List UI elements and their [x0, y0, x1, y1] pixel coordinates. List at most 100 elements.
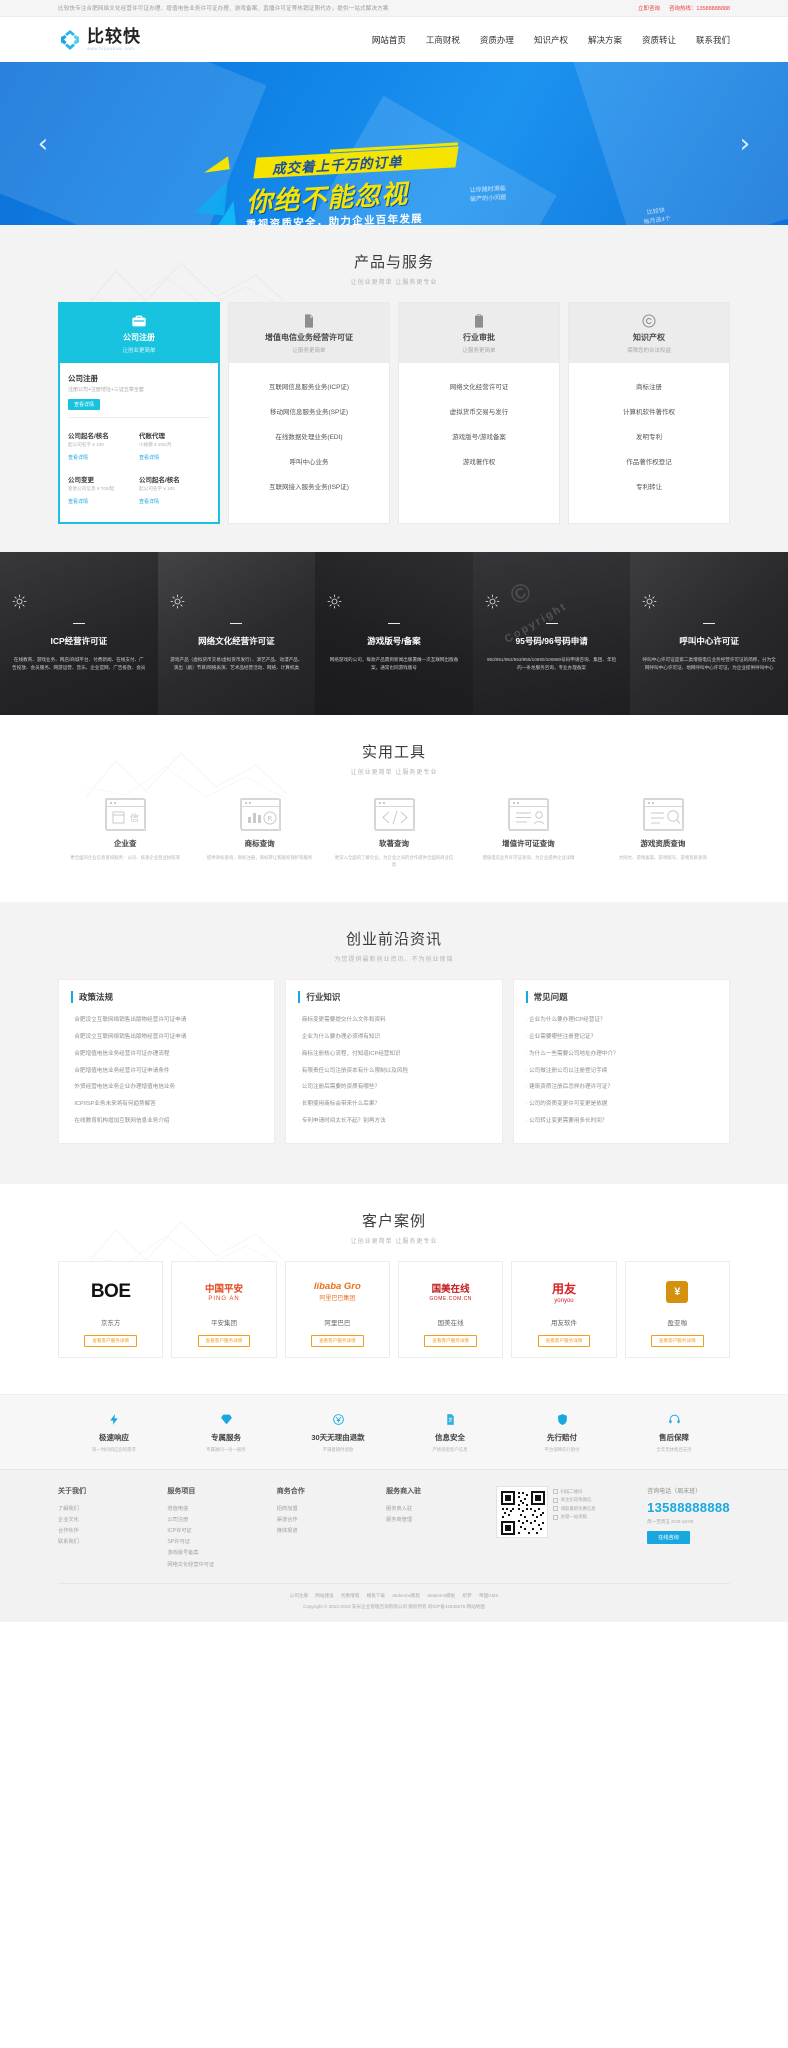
case-item-yingya[interactable]: ¥ 盈亚咖 查看客户服务详情	[624, 1260, 730, 1358]
list-item[interactable]: 联系我们	[58, 1537, 116, 1548]
list-item[interactable]: 合肥设立互联网络销售出版物经营许可证申请	[71, 1012, 262, 1029]
list-item[interactable]: 游戏版号/游戏备案	[408, 423, 550, 448]
product-card-industry-approval[interactable]: 行业审批 让服务更简单 网络文化经营许可证 虚拟货币交易与发行 游戏版号/游戏备…	[398, 302, 560, 524]
sub-item-link[interactable]: 查看详情	[68, 455, 88, 461]
list-item[interactable]: 专利转让	[578, 473, 720, 498]
list-item[interactable]: 有限责任公司注册资本有什么限制以及风险	[298, 1062, 489, 1079]
bottom-link-4[interactable]: dedecms教程	[392, 1593, 420, 1598]
product-card-intellectual-property[interactable]: 知识产权 保障您的合法权益 商标注册 计算机软件著作权 发明专利 作品著作权登记…	[568, 302, 730, 524]
list-item[interactable]: 公司注册后需要的资质有哪些？	[298, 1079, 489, 1096]
list-item[interactable]: 公司转让变更需要用多长时间？	[526, 1113, 717, 1130]
list-item[interactable]: 增值电信	[167, 1504, 225, 1515]
case-item-yonyou[interactable]: 用友 yonyou 用友软件 查看客户服务详情	[511, 1260, 617, 1358]
gallery-item-game[interactable]: 游戏版号/备案 网络游戏的公司，每款产品需到新闻出版署做一次互联网出版备案，通常…	[315, 551, 473, 715]
bottom-link-5[interactable]: dedecms模板	[427, 1593, 455, 1598]
list-item[interactable]: 合肥增值电信业务经营许可证申请条件	[71, 1062, 262, 1079]
product-card-telecom-license[interactable]: 增值电信业务经营许可证 让服务更简单 互联网信息服务业务(ICP证) 移动网信息…	[228, 302, 390, 524]
list-item[interactable]: 在线数据处理业务(EDI)	[238, 423, 380, 448]
tool-item-license-search[interactable]: 增值许可证查询 增值电信业务许可证查询，为企业提供企业详情	[461, 797, 595, 868]
nav-item-5[interactable]: 资质转让	[642, 34, 676, 46]
registration-sub-item-0[interactable]: 公司起名/核名 起公司名字 ¥ 100 查看详情	[68, 425, 139, 469]
list-item[interactable]: 建筑资质注册后怎样办理许可证？	[526, 1079, 717, 1096]
logo[interactable]: 比较快 www.bijiaokuai.com	[58, 28, 141, 52]
nav-item-6[interactable]: 联系我们	[696, 34, 730, 46]
nav-item-2[interactable]: 资质办理	[480, 34, 514, 46]
list-item[interactable]: 企业为什么要办理必须得有知识	[298, 1029, 489, 1046]
list-item[interactable]: 合作伙伴	[58, 1526, 116, 1537]
case-detail-button[interactable]: 查看客户服务详情	[537, 1334, 591, 1347]
product-card-company-registration[interactable]: 公司注册 让创业更简单 公司注册 注册公司+注册地址+三证五章全套 查看详情 公…	[58, 302, 220, 524]
list-item[interactable]: 公司做注册公司以注册登记手续	[526, 1062, 717, 1079]
case-item-alibaba[interactable]: libaba Gro 阿里巴巴集团 阿里巴巴 查看客户服务详情	[284, 1260, 390, 1358]
bottom-link-0[interactable]: 公司注册	[290, 1593, 308, 1598]
tool-item-trademark-search[interactable]: R 商标查询 提供商标查询，商标注册，商标转让和版权保护等服务	[192, 797, 326, 868]
tool-item-software-copyright-search[interactable]: 软著查询 更深入全面的了解企业，为企业之间的合作提供全面的商业信息	[327, 797, 461, 868]
top-phone-text[interactable]: 咨询热线：13588888888	[669, 4, 730, 12]
case-item-pingan[interactable]: 中国平安 PING AN 平安集团 查看客户服务详情	[171, 1260, 277, 1358]
registration-sub-item-1[interactable]: 代账代理 小规模 ¥ 200/月 查看详情	[139, 425, 210, 469]
list-item[interactable]: SP许可证	[167, 1537, 225, 1548]
contact-phone[interactable]: 13588888888	[647, 1500, 730, 1515]
list-item[interactable]: 服务商管理	[386, 1515, 444, 1526]
case-detail-button[interactable]: 查看客户服务详情	[84, 1334, 138, 1347]
list-item[interactable]: 虚拟货币交易与发行	[408, 398, 550, 423]
nav-item-4[interactable]: 解决方案	[588, 34, 622, 46]
sub-item-link[interactable]: 查看详情	[139, 499, 159, 505]
list-item[interactable]: 游戏版号备案	[167, 1548, 225, 1559]
list-item[interactable]: 计算机软件著作权	[578, 398, 720, 423]
list-item[interactable]: 互联网接入服务业务(ISP证)	[238, 473, 380, 498]
list-item[interactable]: 游戏著作权	[408, 448, 550, 473]
registration-detail-button[interactable]: 查看详情	[68, 399, 101, 410]
gallery-item-culture[interactable]: 网络文化经营许可证 游戏产品（虚拟货币交易/虚拟货币发行）、演艺产品、动漫产品、…	[157, 551, 316, 715]
online-consult-button[interactable]: 在线咨询	[647, 1530, 690, 1544]
list-item[interactable]: 互联网信息服务业务(ICP证)	[238, 373, 380, 398]
bottom-link-7[interactable]: 帝国CMS	[479, 1593, 498, 1598]
gallery-item-95-number[interactable]: © Copyright 95号码/96号码申请 950/951/952/953/…	[472, 551, 631, 715]
case-detail-button[interactable]: 查看客户服务详情	[197, 1334, 251, 1347]
list-item[interactable]: 发明专利	[578, 423, 720, 448]
tool-item-game-qualification-search[interactable]: 游戏资质查询 文网文、游戏备案、游戏版号、游戏资质查询	[596, 797, 730, 868]
list-item[interactable]: 企业需要哪些注册登记证？	[526, 1029, 717, 1046]
nav-item-1[interactable]: 工商财税	[426, 34, 460, 46]
list-item[interactable]: 了解我们	[58, 1504, 116, 1515]
case-detail-button[interactable]: 查看客户服务详情	[310, 1334, 364, 1347]
list-item[interactable]: ICP许可证	[167, 1526, 225, 1537]
list-item[interactable]: 移动网信息服务业务(SP证)	[238, 398, 380, 423]
list-item[interactable]: 为什么一些需要公司地址办理中介？	[526, 1046, 717, 1063]
list-item[interactable]: 公司的资质变更许可变更是依据	[526, 1096, 717, 1113]
list-item[interactable]: 在线教育机构增加互联网信息业务介绍	[71, 1113, 262, 1130]
list-item[interactable]: 公司注册	[167, 1515, 225, 1526]
sub-item-link[interactable]: 查看详情	[139, 455, 159, 461]
list-item[interactable]: 合肥设立互联网络销售出版物经营许可证申请	[71, 1029, 262, 1046]
list-item[interactable]: ICP/ISP业务未来将有何趋势解答	[71, 1096, 262, 1113]
tool-item-company-search[interactable]: 信 企业查 更全面的企业信息查询服务：公司、核查企业营业执照等	[58, 797, 192, 868]
list-item[interactable]: 媒体报道	[277, 1526, 335, 1537]
list-item[interactable]: 网络文化经营许可证	[408, 373, 550, 398]
bottom-link-2[interactable]: 优惠增值	[341, 1593, 359, 1598]
list-item[interactable]: 招商加盟	[277, 1504, 335, 1515]
list-item[interactable]: 服务商入驻	[386, 1504, 444, 1515]
registration-sub-item-3[interactable]: 公司起名/核名 起公司名字 ¥ 100 查看详情	[139, 469, 210, 513]
case-item-gome[interactable]: 国美在线 GOME.COM.CN 国美在线 查看客户服务详情	[397, 1260, 504, 1358]
bottom-link-3[interactable]: 模板下载	[367, 1593, 385, 1598]
list-item[interactable]: 专利申请时间太长不起？别再方法	[298, 1113, 489, 1130]
bottom-link-6[interactable]: 织梦	[463, 1593, 472, 1598]
list-item[interactable]: 合肥增值电信业务经营许可证办理流程	[71, 1046, 262, 1063]
registration-sub-item-2[interactable]: 公司变更 变更公司信息 ¥ 700/起 查看详情	[68, 469, 139, 513]
bottom-link-1[interactable]: 网站建设	[315, 1593, 333, 1598]
list-item[interactable]: 商标注册	[578, 373, 720, 398]
list-item[interactable]: 企业文化	[58, 1515, 116, 1526]
list-item[interactable]: 企业为什么要办理ICP经营证？	[526, 1012, 717, 1029]
list-item[interactable]: 商标注册核心流程，付知道ICP经营知识	[298, 1046, 489, 1063]
nav-item-3[interactable]: 知识产权	[534, 34, 568, 46]
nav-item-0[interactable]: 网站首页	[372, 34, 406, 46]
list-item[interactable]: 商标变更需要提交什么文件和资料	[298, 1012, 489, 1029]
top-consult-link[interactable]: 立即咨询	[638, 4, 660, 12]
gallery-item-icp[interactable]: ICP经营许可证 在线教育、游戏业务、网店/商城平台、付费新闻、在线支付、广告投…	[0, 551, 158, 715]
banner-prev-icon[interactable]: ‹	[30, 131, 56, 157]
list-item[interactable]: 长期使用商标会带来什么后果？	[298, 1096, 489, 1113]
list-item[interactable]: 呼叫中心业务	[238, 448, 380, 473]
list-item[interactable]: 作品著作权登记	[578, 448, 720, 473]
gallery-item-callcenter[interactable]: 呼叫中心许可证 呼叫中心许可证是第二类增值电信业务经营许可证的简称，分为全网呼叫…	[630, 551, 788, 715]
list-item[interactable]: 外贸经营电信业务企业办理增值电信业务	[71, 1079, 262, 1096]
